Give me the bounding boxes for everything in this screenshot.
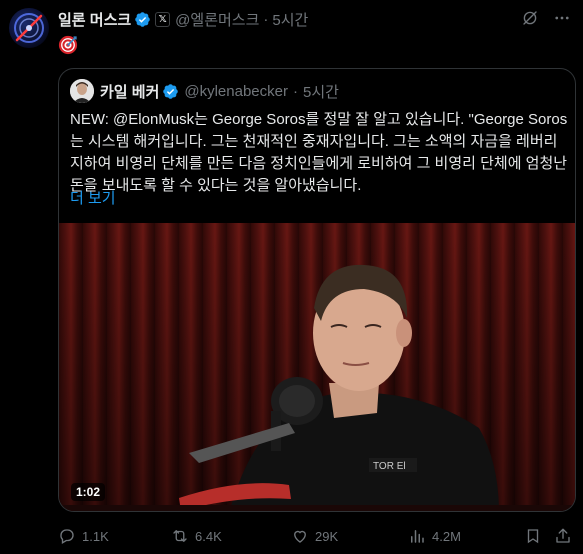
analytics-icon <box>411 530 424 543</box>
video-thumbnail: TOR El <box>59 223 575 511</box>
quoted-verified-badge-icon[interactable] <box>162 83 179 100</box>
quoted-author-display-name[interactable]: 카일 베커 <box>100 81 159 102</box>
views-button[interactable]: 4.2M <box>408 526 461 546</box>
like-button[interactable]: 29K <box>291 526 338 546</box>
author-handle[interactable]: @엘론머스크 <box>175 9 259 30</box>
repost-icon <box>173 530 187 542</box>
direct-hit-emoji-icon <box>58 35 78 55</box>
like-count: 29K <box>315 528 339 544</box>
quoted-author-handle[interactable]: @kylenabecker <box>184 83 288 100</box>
view-count: 4.2M <box>432 528 461 544</box>
header-separator: · <box>263 10 269 28</box>
bookmark-button[interactable] <box>524 526 542 546</box>
post[interactable]: 일론 머스크 𝕏 @엘론머스크 · 5시간 카일 베커 @kylenabecke… <box>0 0 583 554</box>
galaxy-avatar-icon <box>14 13 44 43</box>
post-top-actions <box>521 9 571 27</box>
video-duration: 1:02 <box>71 483 106 501</box>
quoted-post-text: NEW: @ElonMusk는 George Soros를 정말 잘 알고 있습… <box>70 111 568 194</box>
more-options-icon[interactable] <box>553 9 571 27</box>
repost-count: 6.4K <box>195 528 222 544</box>
reply-button[interactable]: 1.1K <box>58 526 109 546</box>
post-action-bar: 1.1K 6.4K 29K 4.2M <box>58 526 576 546</box>
reply-count: 1.1K <box>82 528 109 544</box>
quoted-post-header: 카일 베커 @kylenabecker · 5시간 <box>70 79 339 103</box>
verified-badge-icon[interactable] <box>134 11 151 28</box>
video-player[interactable]: TOR El 1:02 <box>59 223 575 511</box>
heart-icon <box>294 530 306 543</box>
quoted-header-separator: · <box>292 82 298 100</box>
author-avatar[interactable] <box>9 8 49 48</box>
quoted-post[interactable]: 카일 베커 @kylenabecker · 5시간 NEW: @ElonMusk… <box>58 68 576 512</box>
post-timestamp[interactable]: 5시간 <box>272 9 308 30</box>
share-icon <box>556 528 570 543</box>
bookmark-icon <box>527 529 539 544</box>
share-button[interactable] <box>554 526 572 546</box>
grok-icon[interactable] <box>521 9 539 27</box>
show-more-link[interactable]: 더 보기 <box>70 187 116 208</box>
quoted-post-timestamp[interactable]: 5시간 <box>303 81 339 102</box>
post-header: 일론 머스크 𝕏 @엘론머스크 · 5시간 <box>58 9 308 30</box>
reply-icon <box>60 529 74 544</box>
svg-text:TOR El: TOR El <box>373 461 406 472</box>
quoted-author-avatar[interactable] <box>70 79 94 103</box>
affiliate-badge: 𝕏 <box>155 11 171 27</box>
author-display-name[interactable]: 일론 머스크 <box>58 9 131 30</box>
repost-button[interactable]: 6.4K <box>171 526 222 546</box>
